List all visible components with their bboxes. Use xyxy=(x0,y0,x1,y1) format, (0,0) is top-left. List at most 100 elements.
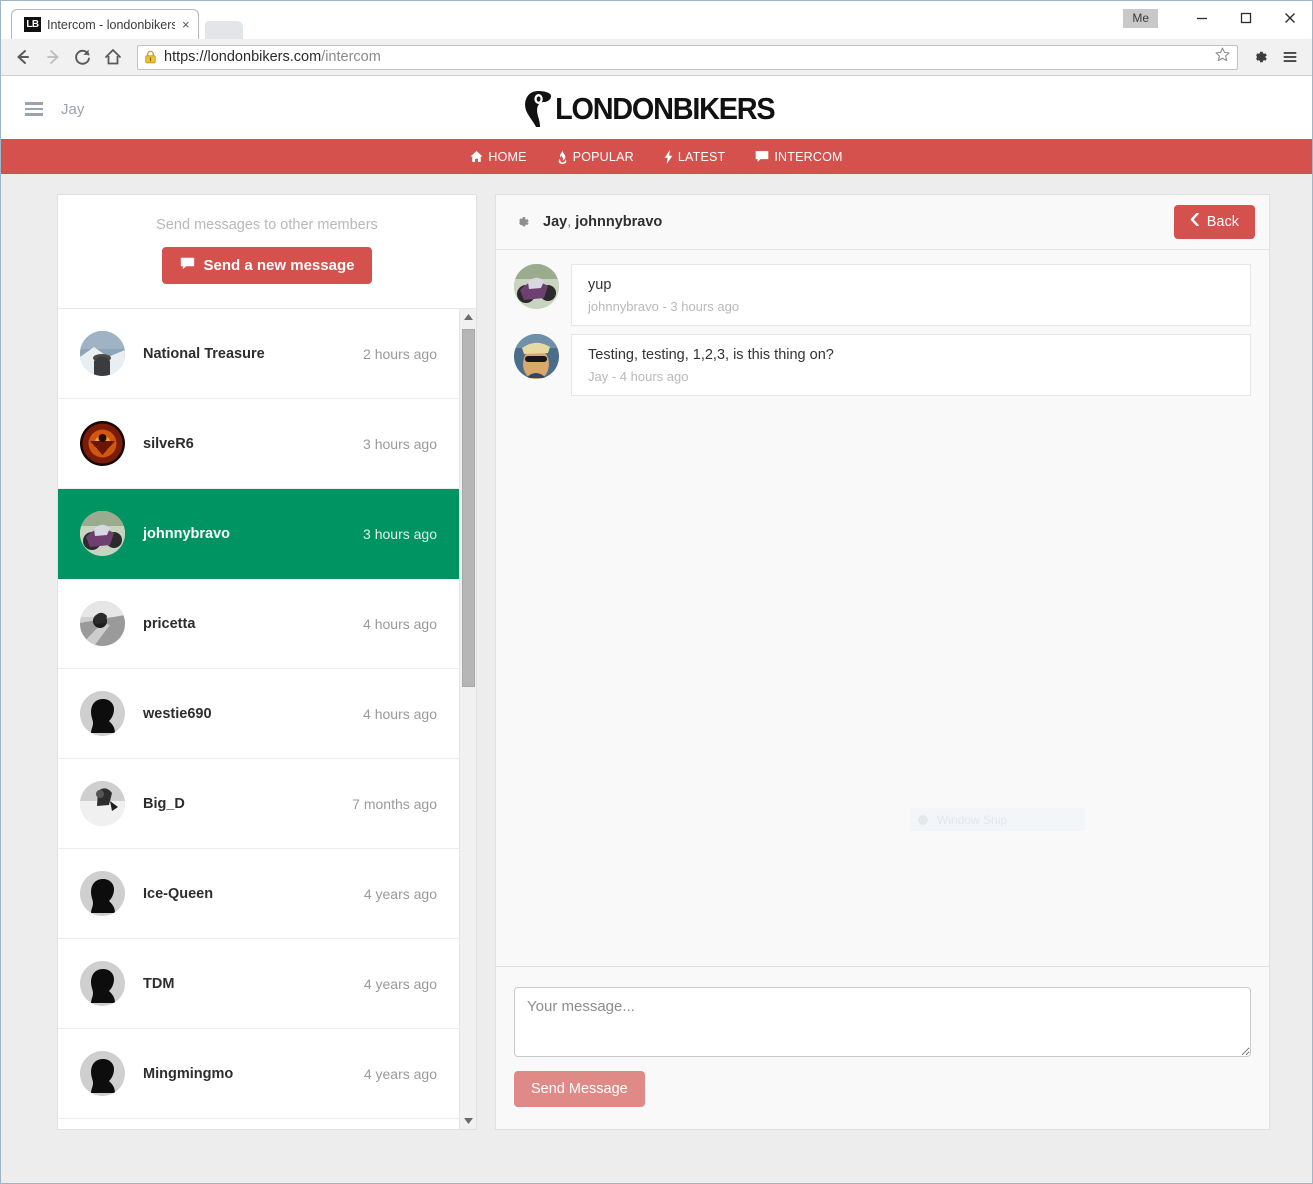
back-button[interactable]: Back xyxy=(1173,205,1255,239)
conversation-name: johnnybravo xyxy=(143,525,231,542)
tab-strip: LB Intercom - londonbikers.c × xyxy=(11,1,243,39)
house-icon xyxy=(470,150,483,163)
avatar xyxy=(80,601,125,646)
scroll-down-icon[interactable] xyxy=(460,1112,476,1129)
minimize-icon[interactable] xyxy=(1180,3,1224,33)
conversation-name: westie690 xyxy=(143,705,212,722)
nav-label: POPULAR xyxy=(572,149,634,164)
snip-label: Window Snip xyxy=(937,812,1008,827)
conversation-panel: Jay, johnnybravo Back yup johnnybravo - … xyxy=(495,194,1270,1130)
forward-arrow-icon[interactable] xyxy=(39,43,67,71)
conversation-row[interactable]: Ice-Queen 4 years ago xyxy=(58,849,459,939)
fire-icon xyxy=(557,149,568,164)
default-avatar-icon xyxy=(90,879,115,914)
site-header: Jay LONDONBIKERS xyxy=(1,79,1312,139)
nav-item-home[interactable]: HOME xyxy=(470,150,526,164)
site-menu-icon[interactable] xyxy=(25,102,43,116)
conversation-time: 4 hours ago xyxy=(363,705,437,722)
conversation-name: pricetta xyxy=(143,615,196,632)
message-meta: johnnybravo - 3 hours ago xyxy=(588,299,740,314)
conversation-row[interactable]: Big_D 7 months ago xyxy=(58,759,459,849)
new-tab-button[interactable] xyxy=(204,21,243,39)
conversation-name: TDM xyxy=(143,975,175,992)
default-avatar-icon xyxy=(90,969,115,1004)
site-nav: HOME POPULAR LATEST INTERCOM xyxy=(1,139,1312,174)
page-viewport: Jay LONDONBIKERS HOME POPULAR LATEST INT… xyxy=(1,79,1312,1183)
window-controls: Me xyxy=(1123,1,1312,35)
default-avatar-icon xyxy=(90,1059,115,1094)
conversation-row[interactable]: TDM 4 years ago xyxy=(58,939,459,1029)
avatar xyxy=(80,331,125,376)
avatar xyxy=(80,511,125,556)
tab-favicon: LB xyxy=(24,17,41,32)
conversation-time: 7 months ago xyxy=(352,795,437,812)
back-arrow-icon[interactable] xyxy=(9,43,37,71)
conversation-list-scroll-area: National Treasure 2 hours ago silveR6 3 … xyxy=(58,309,476,1129)
settings-gear-icon[interactable] xyxy=(1246,43,1274,71)
conversation-row-selected[interactable]: johnnybravo 3 hours ago xyxy=(58,489,459,579)
settings-gear-icon[interactable] xyxy=(514,214,531,231)
conversation-row[interactable]: silveR6 3 hours ago xyxy=(58,399,459,489)
message-text: yup xyxy=(588,277,612,293)
bolt-icon xyxy=(664,149,673,164)
conversation-row[interactable]: westie690 4 hours ago xyxy=(58,669,459,759)
window-user-badge[interactable]: Me xyxy=(1123,8,1158,28)
message-input[interactable] xyxy=(514,987,1251,1057)
avatar xyxy=(80,961,125,1006)
nav-item-popular[interactable]: POPULAR xyxy=(557,149,634,164)
avatar xyxy=(80,421,125,466)
scrollbar-thumb[interactable] xyxy=(462,329,475,687)
nav-item-intercom[interactable]: INTERCOM xyxy=(755,150,842,164)
send-message-button[interactable]: Send Message xyxy=(514,1071,645,1107)
current-user-label[interactable]: Jay xyxy=(61,101,84,118)
nav-label: INTERCOM xyxy=(774,149,843,164)
bookmark-star-icon[interactable] xyxy=(1214,46,1231,68)
nav-label: LATEST xyxy=(677,149,726,164)
browser-tab[interactable]: LB Intercom - londonbikers.c × xyxy=(11,9,199,39)
address-bar[interactable]: https://londonbikers.com/intercom xyxy=(137,44,1238,70)
nav-label: HOME xyxy=(488,149,527,164)
reload-icon[interactable] xyxy=(69,43,97,71)
conversation-list-header: Send messages to other members Send a ne… xyxy=(58,195,476,309)
send-new-message-label: Send a new message xyxy=(203,257,355,274)
nav-item-latest[interactable]: LATEST xyxy=(664,149,726,164)
site-logo[interactable]: LONDONBIKERS xyxy=(523,90,791,128)
conversation-time: 4 years ago xyxy=(363,975,437,992)
message-composer: Send Message xyxy=(495,967,1270,1130)
conversation-row[interactable]: pricetta 4 hours ago xyxy=(58,579,459,669)
browser-window: LB Intercom - londonbikers.c × Me https:… xyxy=(0,0,1313,1184)
browser-title-bar: LB Intercom - londonbikers.c × Me xyxy=(1,1,1312,39)
conversation-time: 3 hours ago xyxy=(363,435,437,452)
snip-dot-icon xyxy=(918,814,928,825)
conversation-name: National Treasure xyxy=(143,345,265,362)
list-hint-text: Send messages to other members xyxy=(156,217,378,233)
conversation-list: National Treasure 2 hours ago silveR6 3 … xyxy=(58,309,459,1129)
close-icon[interactable] xyxy=(1268,3,1312,33)
conversation-header: Jay, johnnybravo Back xyxy=(495,194,1270,250)
default-avatar-icon xyxy=(90,699,115,734)
conversation-name: Mingmingmo xyxy=(143,1065,234,1082)
avatar xyxy=(514,264,559,309)
tab-close-icon[interactable]: × xyxy=(182,18,190,31)
conversation-row[interactable]: National Treasure 2 hours ago xyxy=(58,309,459,399)
message-bubble: yup johnnybravo - 3 hours ago xyxy=(571,264,1251,326)
avatar xyxy=(514,334,559,379)
scroll-up-icon[interactable] xyxy=(460,309,476,326)
conversation-name: Big_D xyxy=(143,795,185,812)
hamburger-menu-icon[interactable] xyxy=(1276,43,1304,71)
home-icon[interactable] xyxy=(99,43,127,71)
window-snip-overlay: Window Snip xyxy=(910,808,1085,831)
conversation-time: 4 hours ago xyxy=(363,615,437,632)
back-button-label: Back xyxy=(1206,213,1239,230)
message-meta: Jay - 4 hours ago xyxy=(588,369,689,384)
list-scrollbar[interactable] xyxy=(459,309,476,1129)
maximize-icon[interactable] xyxy=(1224,3,1268,33)
participant-other: johnnybravo xyxy=(575,214,663,230)
message-item: yup johnnybravo - 3 hours ago xyxy=(514,264,1251,326)
avatar xyxy=(80,871,125,916)
message-bubble: Testing, testing, 1,2,3, is this thing o… xyxy=(571,334,1251,396)
avatar xyxy=(80,691,125,736)
conversation-row[interactable]: Mingmingmo 4 years ago xyxy=(58,1029,459,1119)
send-new-message-button[interactable]: Send a new message xyxy=(161,247,373,284)
conversation-time: 3 hours ago xyxy=(363,525,437,542)
